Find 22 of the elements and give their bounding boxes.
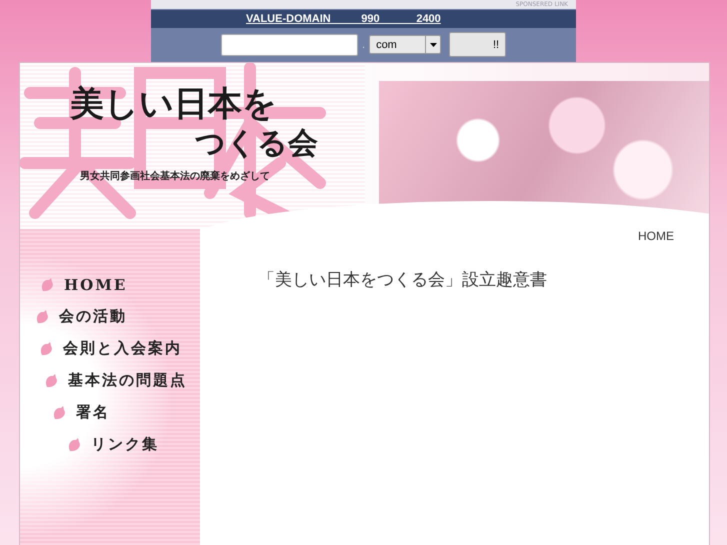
petal-icon bbox=[35, 308, 51, 324]
nav-link[interactable]: HOME bbox=[20, 273, 200, 296]
nav-link[interactable]: 基本法の問題点 bbox=[20, 369, 200, 392]
petal-icon bbox=[40, 276, 56, 292]
dot-separator: . bbox=[362, 38, 366, 50]
tld-dropdown[interactable]: com bbox=[369, 35, 442, 54]
nav-link[interactable]: 会則と入会案内 bbox=[20, 337, 200, 360]
nav-link[interactable]: 会の活動 bbox=[20, 305, 200, 328]
nav-link[interactable]: リンク集 bbox=[20, 433, 200, 456]
domain-input[interactable] bbox=[221, 34, 358, 56]
page-heading: 「美しい日本をつくる会」設立趣意書 bbox=[258, 269, 548, 291]
petal-icon bbox=[52, 404, 68, 420]
breadcrumb-link[interactable]: HOME bbox=[638, 229, 674, 243]
site-title: 美しい日本を bbox=[70, 83, 277, 125]
nav-link[interactable]: 署名 bbox=[20, 401, 200, 424]
search-button[interactable]: !! bbox=[449, 32, 506, 57]
petal-icon bbox=[44, 372, 60, 388]
site-subtitle: 男女共同参画社会基本法の廃棄をめざして bbox=[80, 169, 270, 183]
petal-icon bbox=[39, 340, 55, 356]
caret-icon bbox=[430, 42, 437, 46]
site-title: つくる会 bbox=[195, 125, 318, 163]
petal-icon bbox=[67, 436, 83, 452]
